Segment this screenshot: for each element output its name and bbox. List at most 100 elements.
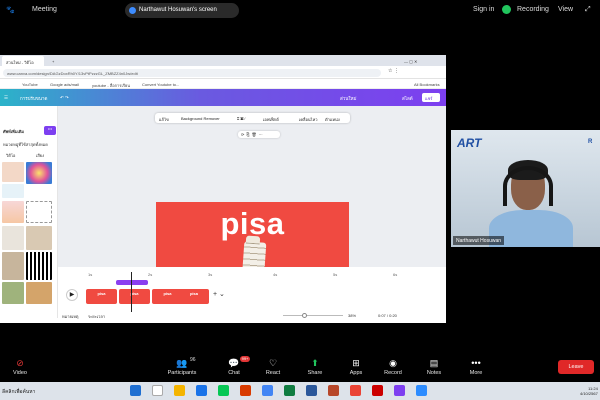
participant-video[interactable]: ART R Narthawut Hosuwan xyxy=(451,130,600,247)
thumbnail[interactable] xyxy=(2,252,24,280)
window-controls-icon[interactable]: — ▢ ✕ xyxy=(400,56,421,66)
pdf-icon[interactable] xyxy=(372,385,383,396)
crop-icon[interactable]: ⌗ ▣ ⁄ xyxy=(237,116,245,121)
position-button[interactable]: ตำแหน่ง xyxy=(325,116,340,123)
timeline-clip[interactable]: pisa xyxy=(179,289,209,304)
record-button[interactable]: ◉ Record xyxy=(373,352,413,376)
present-button[interactable]: สไลด์ xyxy=(402,95,413,102)
logo-text: R xyxy=(588,139,593,145)
effects-button[interactable]: เอฟเฟ็กต์ xyxy=(263,116,279,123)
address-bar: www.canva.com/design/DAGzDoxRh0Y/13vPtPz… xyxy=(0,66,446,79)
notes-zoom-button[interactable]: ▤ Notes xyxy=(414,352,454,376)
share-icon xyxy=(129,7,136,14)
edit-button[interactable]: แก้ไข xyxy=(159,116,169,123)
url-input[interactable]: www.canva.com/design/DAGzDoxRh0Y/13vPtPz… xyxy=(3,69,381,77)
notes-icon: ▤ xyxy=(429,358,439,368)
thumbnail[interactable] xyxy=(2,162,24,182)
leave-button[interactable]: Leave xyxy=(558,360,594,374)
participants-button[interactable]: 👥 Participants xyxy=(162,352,202,376)
bg-remover-button[interactable]: Background Remover xyxy=(181,116,220,121)
thumbnail[interactable] xyxy=(2,226,24,250)
element-quick-tools[interactable]: ⟳⎘🗑⋯ xyxy=(238,131,280,138)
share-button[interactable]: แชร์ xyxy=(422,93,440,102)
more-icon: ••• xyxy=(471,358,481,368)
design-title[interactable]: ส่วนใหม่ xyxy=(340,95,356,102)
thumbnail[interactable] xyxy=(26,201,52,223)
word-icon[interactable] xyxy=(306,385,317,396)
logo: ART xyxy=(457,136,482,150)
thumbnail[interactable] xyxy=(26,282,52,304)
all-bookmarks[interactable]: All Bookmarks xyxy=(414,82,440,87)
bookmark-item[interactable]: Convert Youtube to... xyxy=(142,82,179,87)
meeting-label: Meeting xyxy=(32,6,57,13)
thumbnail[interactable] xyxy=(26,226,52,250)
canva-icon[interactable] xyxy=(394,385,405,396)
screen-share-indicator[interactable]: Narthawut Hosuwan's screen xyxy=(125,3,239,18)
line-icon[interactable] xyxy=(218,385,229,396)
context-toolbar: แก้ไข Background Remover ⌗ ▣ ⁄ เอฟเฟ็กต์… xyxy=(155,113,350,123)
notes-button[interactable]: หมายเหตุ xyxy=(62,313,78,320)
task-view-icon[interactable] xyxy=(152,385,163,396)
thumbnail[interactable] xyxy=(26,162,52,184)
headset-icon xyxy=(503,166,553,206)
undo-redo-icon[interactable]: ↶ ↷ xyxy=(60,95,69,101)
panel-subtitle: หมวดหมู่ที่ใช้ล่าสุดทั้งหมด xyxy=(3,142,48,147)
audio-track[interactable] xyxy=(116,280,148,285)
bookmark-item[interactable]: youtube - สื่อการเรียน xyxy=(92,82,130,89)
system-clock[interactable]: 11:24 4/10/2567 xyxy=(580,386,598,396)
timeline-clip[interactable]: pisa xyxy=(119,289,150,304)
status-bar: หมายเหตุ ระยะเวลา 38% 0:07 / 0:20 xyxy=(58,312,446,320)
os-taskbar: ลีคลิกเพื่อค้นหา 11:24 4/10/2567 xyxy=(0,382,600,400)
shield-icon xyxy=(502,5,511,14)
menu-icon[interactable]: ☰ xyxy=(4,95,8,101)
resize-menu[interactable]: การปรับขนาด xyxy=(20,95,47,102)
playhead[interactable] xyxy=(131,272,132,312)
apps-button[interactable]: ⊞ Apps xyxy=(336,352,376,376)
timeline-clip[interactable]: pisa xyxy=(86,289,117,304)
participants-icon: 👥 xyxy=(176,358,188,368)
elements-panel: ศัพท์เพิ่มเติม ••• หมวดหมู่ที่ใช้ล่าสุดท… xyxy=(0,106,58,318)
meeting-toolbar: ⊘ Video 👥 Participants 96 💬 Chat ♡ React… xyxy=(0,352,600,382)
more-zoom-button[interactable]: ••• More xyxy=(456,352,496,376)
powerpoint-icon[interactable] xyxy=(328,385,339,396)
browser-tab[interactable]: ส่วนใหม่ - วิดีโอ xyxy=(2,56,44,66)
share-screen-button[interactable]: ⬆ Share xyxy=(295,352,335,376)
add-page-icon[interactable]: + ⌄ xyxy=(213,290,225,298)
more-button[interactable]: ••• xyxy=(44,126,56,135)
sign-in-link[interactable]: Sign in xyxy=(473,6,494,13)
extensions-icon[interactable]: ☆ ⋮ xyxy=(388,68,399,74)
video-button[interactable]: ⊘ Video xyxy=(0,352,40,376)
office-icon[interactable] xyxy=(240,385,251,396)
thumbnail[interactable] xyxy=(2,282,24,304)
bookmark-item[interactable]: Google ads/mail xyxy=(50,82,79,87)
share-screen-icon: ⬆ xyxy=(311,358,319,368)
zoom-slider[interactable] xyxy=(283,315,343,316)
search-field[interactable]: ลีคลิกเพื่อค้นหา xyxy=(2,388,35,396)
screen: 🐾 Meeting Narthawut Hosuwan's screen Sig… xyxy=(0,0,600,400)
react-button[interactable]: ♡ React xyxy=(253,352,293,376)
file-explorer-icon[interactable] xyxy=(174,385,185,396)
view-button[interactable]: View xyxy=(558,6,573,13)
start-icon[interactable] xyxy=(130,385,141,396)
new-tab-icon[interactable]: + xyxy=(48,56,58,66)
qr-code-thumbnail[interactable] xyxy=(26,252,52,280)
chrome-icon[interactable] xyxy=(262,385,273,396)
tab-videos[interactable]: วิดีโอ xyxy=(6,152,15,159)
excel-icon[interactable] xyxy=(284,385,295,396)
chrome-profile-icon[interactable] xyxy=(350,385,361,396)
record-icon: ◉ xyxy=(389,358,397,368)
thumbnail[interactable] xyxy=(2,184,24,198)
play-button[interactable]: ▶ xyxy=(66,289,78,301)
tab-bar: ส่วนใหม่ - วิดีโอ + — ▢ ✕ xyxy=(0,55,446,66)
bookmark-item[interactable]: YouTube xyxy=(22,82,38,87)
thumbnail[interactable] xyxy=(2,201,24,223)
zoom-app-icon[interactable] xyxy=(416,385,427,396)
fullscreen-icon[interactable]: ⤢ xyxy=(585,6,591,14)
zoom-slider-handle[interactable] xyxy=(302,313,307,318)
zoom-level: 38% xyxy=(348,313,357,318)
pisa-tower-top xyxy=(245,235,261,245)
duration-button[interactable]: ระยะเวลา xyxy=(88,313,105,320)
edge-icon[interactable] xyxy=(196,385,207,396)
animate-button[interactable]: เคลื่อนไหว xyxy=(299,116,318,123)
tab-audio[interactable]: เสียง xyxy=(36,152,44,159)
